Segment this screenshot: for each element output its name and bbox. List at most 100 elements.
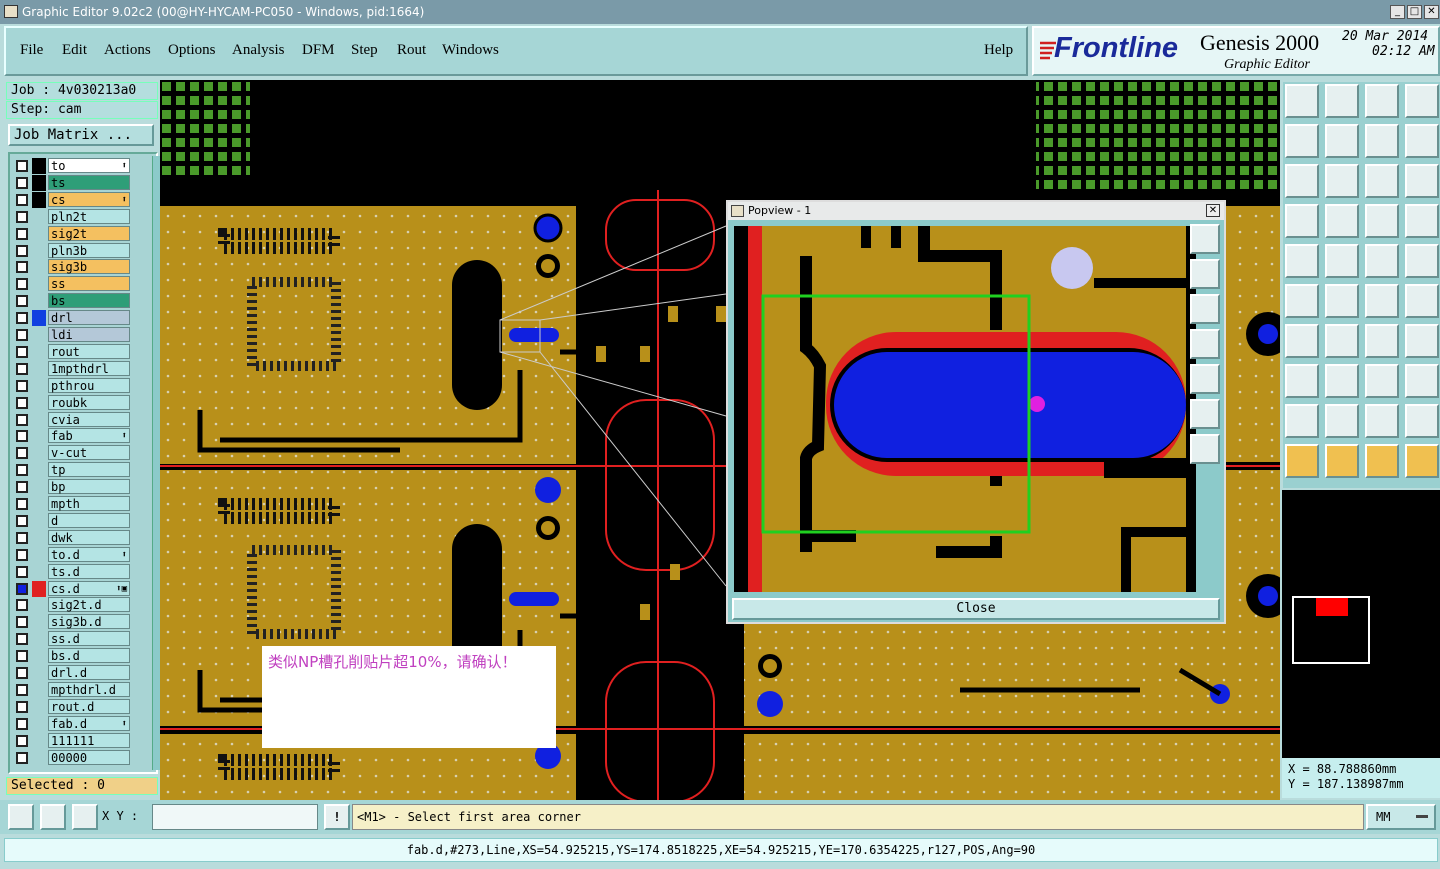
layer-row[interactable]: sig2t.d	[12, 597, 152, 613]
open-step-icon[interactable]	[1285, 84, 1319, 118]
home-icon[interactable]	[1365, 84, 1399, 118]
layer-checkbox[interactable]	[16, 210, 28, 223]
ruler-icon[interactable]	[1365, 244, 1399, 278]
layer-checkbox[interactable]	[16, 345, 28, 358]
redraw-icon[interactable]	[1405, 124, 1439, 158]
help-icon[interactable]	[1405, 164, 1439, 198]
layer-row[interactable]: to.d ⬆	[12, 546, 152, 563]
triangle-b-icon[interactable]	[1325, 404, 1359, 438]
layer-checkbox[interactable]	[16, 295, 28, 308]
layer-row[interactable]: ts.d	[12, 563, 152, 580]
layer-b-icon[interactable]	[1405, 204, 1439, 238]
layer-row[interactable]: pln3b	[12, 242, 152, 259]
layer-row[interactable]: v-cut	[12, 445, 152, 461]
snap-tool-icon[interactable]	[1325, 204, 1359, 238]
layer-checkbox[interactable]	[16, 582, 28, 595]
popview-pan-down-icon[interactable]	[1190, 294, 1220, 324]
move-icon[interactable]	[1405, 284, 1439, 318]
layer-checkbox[interactable]	[16, 531, 28, 544]
popview-pan-right-icon[interactable]	[1190, 364, 1220, 394]
layer-row[interactable]: rout	[12, 343, 152, 360]
layer-row[interactable]: roubk	[12, 394, 152, 411]
layer-row[interactable]: sig3b	[12, 259, 152, 275]
layer-checkbox[interactable]	[16, 430, 28, 443]
node-icon[interactable]	[1285, 364, 1319, 398]
layer-checkbox[interactable]	[16, 329, 28, 341]
layer-checkbox[interactable]	[16, 447, 28, 460]
popview-close-button[interactable]: Close	[732, 598, 1220, 620]
layer-row[interactable]: sig2t	[12, 225, 152, 242]
layer-checkbox[interactable]	[16, 379, 28, 392]
delete-icon[interactable]	[1325, 284, 1359, 318]
layer-row[interactable]: to ⬆	[12, 158, 152, 174]
layer-checkbox[interactable]	[16, 717, 28, 730]
layer-checkbox[interactable]	[16, 616, 28, 629]
add-icon[interactable]	[1365, 284, 1399, 318]
layer-row[interactable]: dwk	[12, 529, 152, 546]
center-icon[interactable]	[1325, 164, 1359, 198]
layer-row[interactable]: bs.d	[12, 648, 152, 664]
popview-close-icon[interactable]: ✕	[1206, 204, 1220, 217]
layer-checkbox[interactable]	[16, 312, 28, 325]
angle-icon[interactable]	[1285, 324, 1319, 358]
layer-checkbox[interactable]	[16, 700, 28, 713]
layer-row[interactable]: mpthdrl.d	[12, 681, 152, 698]
layer-checkbox[interactable]	[16, 498, 28, 510]
layer-row[interactable]: sig3b.d	[12, 614, 152, 630]
job-matrix-button[interactable]: Job Matrix ...	[8, 124, 154, 146]
close-window-button[interactable]: ✕	[1424, 5, 1439, 19]
layer-checkbox[interactable]	[16, 650, 28, 663]
arc-icon[interactable]	[1365, 324, 1399, 358]
layer-checkbox[interactable]	[16, 160, 28, 172]
layer-row[interactable]: fab.d ⬆	[12, 715, 152, 732]
maximize-button[interactable]: □	[1407, 5, 1422, 19]
menu-step[interactable]: Step	[351, 42, 378, 59]
popview-zoom-out-icon[interactable]	[1190, 259, 1220, 289]
xy-input[interactable]	[152, 804, 318, 830]
layer-row[interactable]: cs ⬆	[12, 191, 152, 208]
popview-pan-left-icon[interactable]	[1190, 329, 1220, 359]
layer-checkbox[interactable]	[16, 244, 28, 257]
undo-icon[interactable]	[1365, 124, 1399, 158]
popview-zoom-in-icon[interactable]	[1190, 224, 1220, 254]
layer-row[interactable]: d	[12, 512, 152, 529]
layer-checkbox[interactable]	[16, 176, 28, 189]
layer-row[interactable]: 1mpthdrl	[12, 360, 152, 377]
triangle-c-icon[interactable]	[1365, 404, 1399, 438]
layer-a-icon[interactable]	[1365, 204, 1399, 238]
popview-fit-icon[interactable]	[1190, 399, 1220, 429]
layer-row[interactable]: 00000	[12, 749, 152, 766]
pointer-move-icon[interactable]	[1405, 444, 1439, 478]
span-icon[interactable]	[1365, 364, 1399, 398]
menu-help[interactable]: Help	[984, 42, 1013, 59]
menu-options[interactable]: Options	[168, 42, 216, 59]
layer-row[interactable]: bs	[12, 293, 152, 309]
layer-row[interactable]: pln2t	[12, 208, 152, 225]
group-icon[interactable]	[1405, 364, 1439, 398]
alert-icon[interactable]: !	[324, 804, 350, 830]
overview-map[interactable]	[1282, 490, 1440, 758]
feature-icon[interactable]	[1325, 244, 1359, 278]
grid-icon[interactable]	[72, 804, 98, 830]
layer-row[interactable]: drl.d	[12, 665, 152, 681]
layer-checkbox[interactable]	[16, 667, 28, 679]
minimize-button[interactable]: _	[1390, 5, 1405, 19]
layer-checkbox[interactable]	[16, 565, 28, 578]
layer-row[interactable]: ss.d	[12, 631, 152, 647]
layer-row[interactable]: ts	[12, 174, 152, 191]
menu-edit[interactable]: Edit	[62, 42, 87, 59]
layer-checkbox[interactable]	[16, 261, 28, 274]
measure-icon[interactable]	[40, 804, 66, 830]
layer-checkbox[interactable]	[16, 193, 28, 206]
layer-checkbox[interactable]	[16, 548, 28, 561]
layer-checkbox[interactable]	[16, 683, 28, 696]
layer-row[interactable]: ldi	[12, 327, 152, 343]
connect-icon[interactable]	[1285, 284, 1319, 318]
layer-row[interactable]: drl	[12, 310, 152, 327]
pan-right-icon[interactable]	[1325, 124, 1359, 158]
menu-analysis[interactable]: Analysis	[232, 42, 285, 59]
layer-checkbox[interactable]	[16, 464, 28, 477]
popview-zoom-view[interactable]	[734, 226, 1186, 592]
menu-rout[interactable]: Rout	[397, 42, 426, 59]
line-icon[interactable]	[1325, 324, 1359, 358]
